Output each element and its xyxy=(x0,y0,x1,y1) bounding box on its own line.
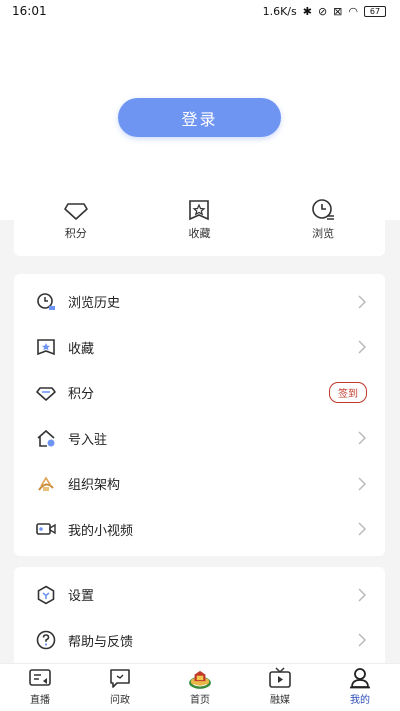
menu-item-label: 设置 xyxy=(68,589,95,605)
signin-button[interactable]: 签到 xyxy=(329,382,367,404)
tab-home[interactable]: 首页 xyxy=(170,670,230,706)
chevron-right-icon xyxy=(358,477,367,491)
menu-item-my-videos[interactable]: 我的小视频 xyxy=(14,507,385,553)
menu-item-label: 组织架构 xyxy=(68,478,121,494)
message-icon xyxy=(110,669,130,688)
menu-item-help-feedback[interactable]: 帮助与反馈 xyxy=(14,618,385,664)
chevron-right-icon xyxy=(358,633,367,647)
menu-item-browse-history[interactable]: 浏览历史 xyxy=(14,279,385,325)
menu-item-label: 帮助与反馈 xyxy=(68,634,134,650)
clock-history-icon xyxy=(312,199,335,220)
alarm-icon: ⊘ xyxy=(317,4,328,18)
quick-item-label: 浏览 xyxy=(312,227,335,240)
menu-item-label: 收藏 xyxy=(68,341,95,357)
status-bar: 16:01 1.6K/s ✱ ⊘ ⊠ ◠ 67 xyxy=(0,0,400,22)
menu-item-account-join[interactable]: 号入驻 xyxy=(14,416,385,462)
tab-media[interactable]: 融媒 xyxy=(250,667,310,706)
star-bookmark-icon xyxy=(189,200,210,221)
chevron-right-icon xyxy=(358,340,367,354)
menu-item-label: 积分 xyxy=(68,387,95,403)
chevron-right-icon xyxy=(358,522,367,536)
diamond-icon xyxy=(64,203,88,220)
quick-actions-card: 积分 收藏 浏览 xyxy=(14,190,385,256)
quick-item-points[interactable]: 积分 xyxy=(36,198,116,241)
star-bookmark-icon xyxy=(36,337,56,357)
menu-item-settings[interactable]: 设置 xyxy=(14,572,385,618)
chevron-right-icon xyxy=(358,431,367,445)
tab-label: 直播 xyxy=(30,695,50,706)
house-enter-icon xyxy=(36,428,56,448)
tab-label: 我的 xyxy=(350,695,370,706)
quick-item-history[interactable]: 浏览 xyxy=(283,198,363,241)
tab-label: 问政 xyxy=(110,695,130,706)
tab-label: 首页 xyxy=(190,695,210,706)
battery-icon: 67 xyxy=(364,5,386,17)
chevron-right-icon xyxy=(358,588,367,602)
home-emblem-icon xyxy=(189,670,211,689)
login-button[interactable]: 登录 xyxy=(118,98,281,137)
bottom-tab-bar: 直播 问政 首页 融媒 我的 xyxy=(0,663,400,711)
status-indicators: 1.6K/s ✱ ⊘ ⊠ ◠ 67 xyxy=(263,5,386,18)
menu-card-secondary: 设置 帮助与反馈 xyxy=(14,567,385,667)
menu-item-label: 浏览历史 xyxy=(68,296,121,312)
quick-item-label: 积分 xyxy=(64,227,87,240)
chevron-right-icon xyxy=(358,295,367,309)
menu-card-main: 浏览历史 收藏 积分 签到 号入驻 组织架构 我的小视频 xyxy=(14,274,385,556)
profile-icon xyxy=(350,668,370,689)
help-icon xyxy=(36,630,56,650)
wifi-icon: ◠ xyxy=(348,4,358,18)
video-camera-icon xyxy=(36,519,56,539)
live-tv-icon xyxy=(29,669,51,686)
menu-item-favorites[interactable]: 收藏 xyxy=(14,325,385,371)
tab-live[interactable]: 直播 xyxy=(10,667,70,706)
clock-history-icon xyxy=(36,292,56,312)
quick-item-label: 收藏 xyxy=(188,227,211,240)
org-structure-icon xyxy=(36,474,56,494)
media-tv-icon xyxy=(269,667,291,688)
diamond-icon xyxy=(36,383,56,403)
menu-item-label: 号入驻 xyxy=(68,432,108,448)
menu-item-label: 我的小视频 xyxy=(68,523,134,539)
tab-label: 融媒 xyxy=(270,695,290,706)
tab-mine[interactable]: 我的 xyxy=(330,667,390,706)
menu-item-points[interactable]: 积分 签到 xyxy=(14,370,385,416)
status-time: 16:01 xyxy=(12,4,47,18)
bluetooth-icon: ✱ xyxy=(302,4,312,18)
no-sim-icon: ⊠ xyxy=(333,4,343,18)
menu-item-organization[interactable]: 组织架构 xyxy=(14,461,385,507)
network-speed: 1.6K/s xyxy=(262,4,297,18)
quick-item-favorites[interactable]: 收藏 xyxy=(159,198,239,241)
settings-hex-icon xyxy=(36,585,56,605)
tab-inquiry[interactable]: 问政 xyxy=(90,667,150,706)
